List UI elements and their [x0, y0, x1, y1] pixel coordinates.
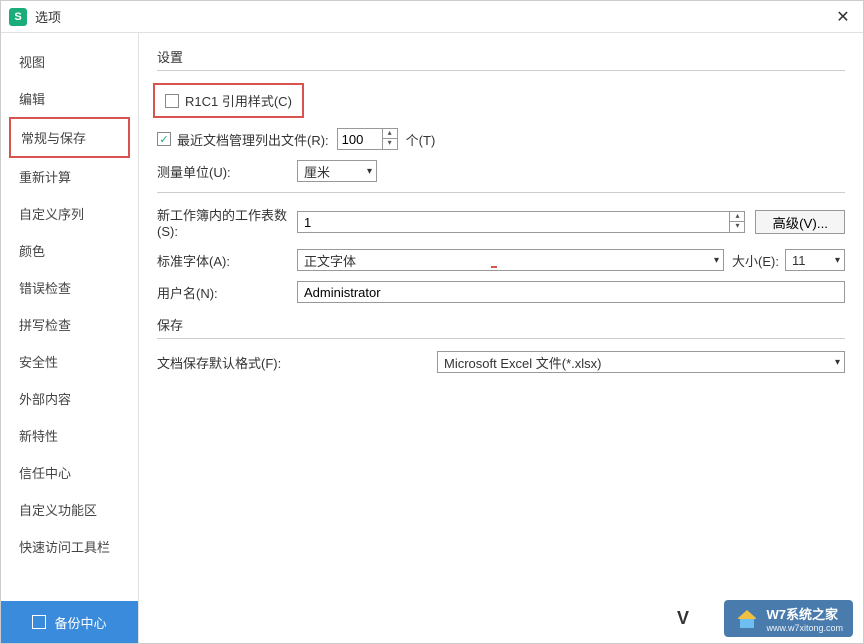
main-panel: 设置 R1C1 引用样式(C) 最近文档管理列出文件(R): ▴ ▾ 个(T)	[139, 33, 863, 643]
divider	[157, 338, 845, 339]
font-label: 标准字体(A):	[157, 251, 297, 270]
watermark-text-box: W7系统之家 www.w7xitong.com	[766, 604, 843, 633]
sheets-label: 新工作簿内的工作表数(S):	[157, 205, 297, 239]
options-dialog: S 选项 ✕ 视图 编辑 常规与保存 重新计算 自定义序列 颜色 错误检查 拼写…	[0, 0, 864, 644]
format-value: Microsoft Excel 文件(*.xlsx)	[444, 353, 601, 372]
divider	[157, 192, 845, 193]
spin-down-icon[interactable]: ▾	[730, 222, 744, 232]
nav-external[interactable]: 外部内容	[9, 380, 130, 417]
nav-quick-access[interactable]: 快速访问工具栏	[9, 528, 130, 565]
unit-row: 测量单位(U): 厘米	[157, 160, 845, 182]
nav-color[interactable]: 颜色	[9, 232, 130, 269]
r1c1-checkbox[interactable]	[165, 94, 179, 108]
spin-down-icon[interactable]: ▾	[383, 139, 397, 149]
username-row: 用户名(N):	[157, 281, 845, 303]
format-row: 文档保存默认格式(F): Microsoft Excel 文件(*.xlsx)	[157, 351, 845, 373]
nav-custom-lists[interactable]: 自定义序列	[9, 195, 130, 232]
advanced-button[interactable]: 高级(V)...	[755, 210, 845, 234]
backup-label: 备份中心	[54, 613, 106, 632]
size-value: 11	[792, 253, 806, 268]
nav-view[interactable]: 视图	[9, 43, 130, 80]
recent-files-row: 最近文档管理列出文件(R): ▴ ▾ 个(T)	[157, 128, 845, 150]
house-icon	[734, 607, 760, 631]
watermark-v: V	[677, 608, 689, 629]
font-row: 标准字体(A): 正文字体 大小(E): 11	[157, 249, 845, 271]
unit-label: 测量单位(U):	[157, 162, 297, 181]
backup-icon	[32, 615, 46, 629]
recent-files-spinner[interactable]: ▴ ▾	[337, 128, 398, 150]
save-title: 保存	[157, 315, 845, 334]
recent-files-unit: 个(T)	[406, 130, 436, 149]
spinner-buttons: ▴ ▾	[382, 129, 397, 149]
nav-general-save[interactable]: 常规与保存	[9, 117, 130, 158]
title-text: 选项	[35, 7, 831, 26]
spinner-buttons: ▴ ▾	[729, 212, 744, 232]
nav-edit[interactable]: 编辑	[9, 80, 130, 117]
app-icon: S	[9, 8, 27, 26]
recent-files-input[interactable]	[338, 129, 382, 149]
size-label: 大小(E):	[732, 251, 779, 270]
watermark-badge: W7系统之家 www.w7xitong.com	[724, 600, 853, 637]
format-select[interactable]: Microsoft Excel 文件(*.xlsx)	[437, 351, 845, 373]
close-button[interactable]: ✕	[831, 7, 855, 27]
backup-center-button[interactable]: 备份中心	[1, 601, 138, 643]
sheets-row: 新工作簿内的工作表数(S): ▴ ▾ 高级(V)...	[157, 205, 845, 239]
username-input[interactable]	[297, 281, 845, 303]
size-select[interactable]: 11	[785, 249, 845, 271]
font-value: 正文字体	[304, 251, 356, 270]
dialog-body: 视图 编辑 常规与保存 重新计算 自定义序列 颜色 错误检查 拼写检查 安全性 …	[1, 33, 863, 643]
settings-title: 设置	[157, 47, 845, 66]
r1c1-highlight-box: R1C1 引用样式(C)	[153, 83, 304, 118]
nav-list: 视图 编辑 常规与保存 重新计算 自定义序列 颜色 错误检查 拼写检查 安全性 …	[1, 33, 138, 601]
recent-files-checkbox[interactable]	[157, 132, 171, 146]
username-label: 用户名(N):	[157, 283, 297, 302]
nav-customize-ribbon[interactable]: 自定义功能区	[9, 491, 130, 528]
sheets-spinner[interactable]: ▴ ▾	[297, 211, 745, 233]
nav-new-features[interactable]: 新特性	[9, 417, 130, 454]
sheets-input[interactable]	[298, 212, 729, 232]
red-marker	[491, 266, 497, 268]
format-label: 文档保存默认格式(F):	[157, 353, 437, 372]
nav-recalc[interactable]: 重新计算	[9, 158, 130, 195]
nav-error-check[interactable]: 错误检查	[9, 269, 130, 306]
nav-trust-center[interactable]: 信任中心	[9, 454, 130, 491]
titlebar: S 选项 ✕	[1, 1, 863, 33]
divider	[157, 70, 845, 71]
nav-spell-check[interactable]: 拼写检查	[9, 306, 130, 343]
r1c1-label: R1C1 引用样式(C)	[185, 91, 292, 110]
font-select[interactable]: 正文字体	[297, 249, 724, 271]
watermark-url: www.w7xitong.com	[766, 623, 843, 633]
unit-value: 厘米	[304, 162, 330, 181]
sidebar: 视图 编辑 常规与保存 重新计算 自定义序列 颜色 错误检查 拼写检查 安全性 …	[1, 33, 139, 643]
unit-select[interactable]: 厘米	[297, 160, 377, 182]
nav-security[interactable]: 安全性	[9, 343, 130, 380]
recent-files-label: 最近文档管理列出文件(R):	[177, 130, 329, 149]
watermark-text: W7系统之家	[766, 604, 843, 623]
